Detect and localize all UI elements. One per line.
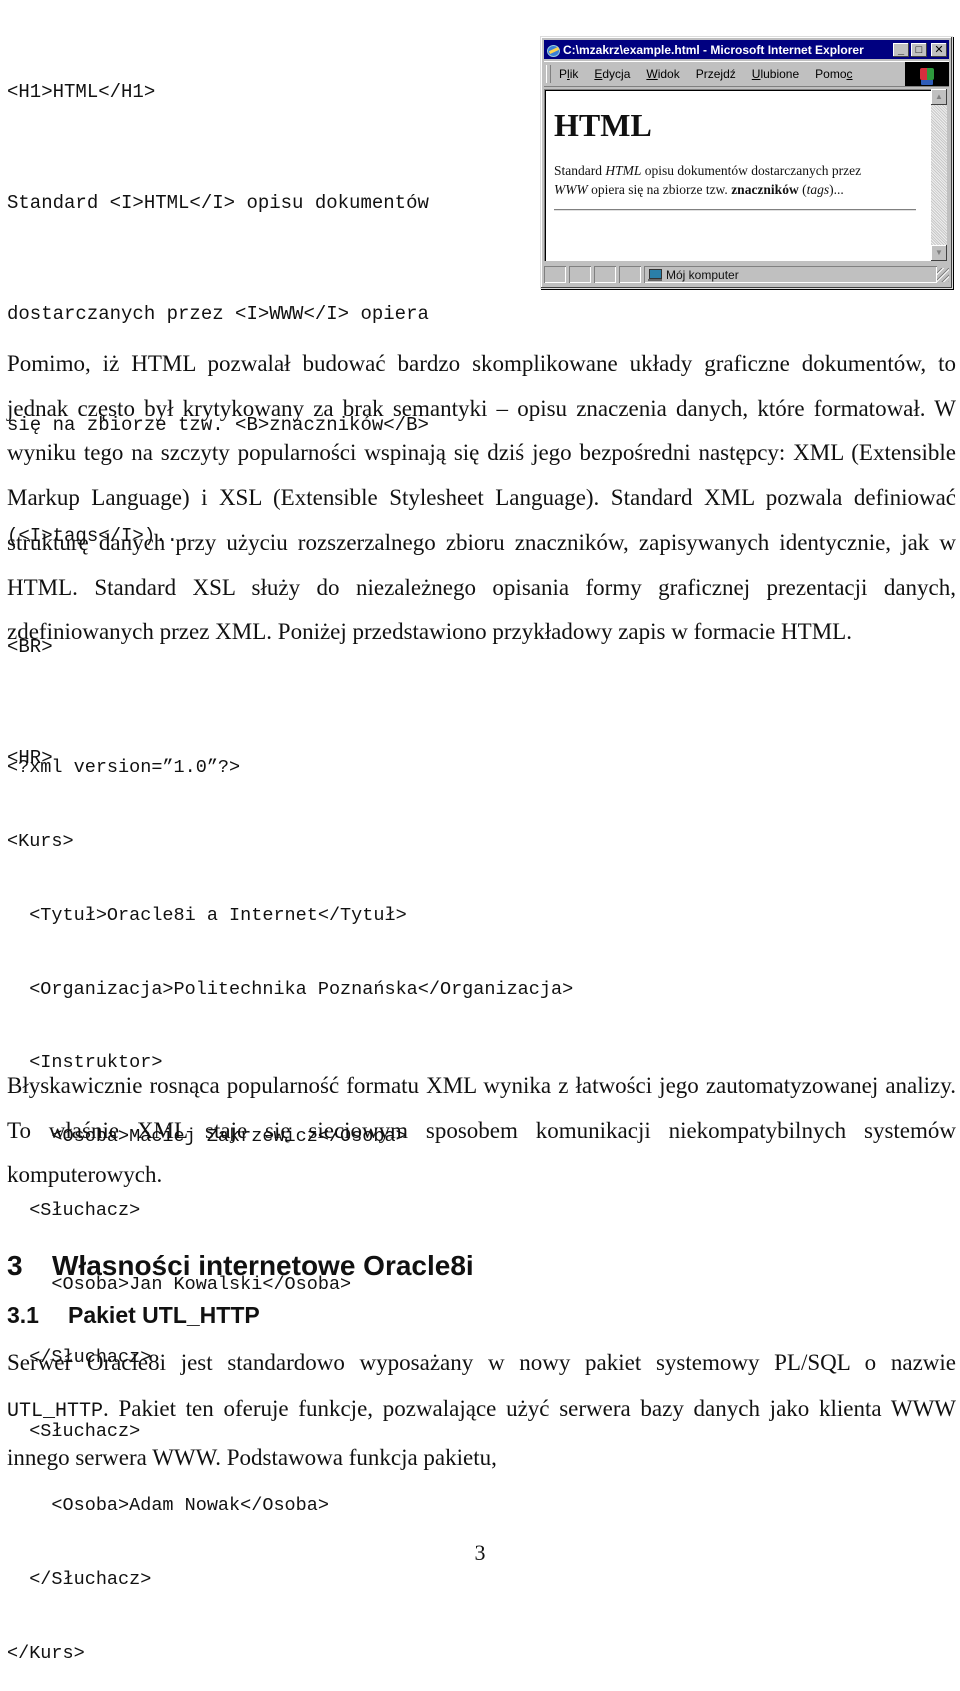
- bold-text: znaczników: [731, 182, 799, 197]
- browser-window-figure: C:\mzakrz\example.html - Microsoft Inter…: [540, 36, 953, 289]
- computer-icon: [648, 268, 662, 281]
- browser-menu-bar: Plik Edycja Widok Przejdź Ulubione Pomoc: [544, 61, 949, 87]
- text-run: (: [798, 182, 807, 197]
- body-paragraph: Pomimo, iż HTML pozwalał budować bardzo …: [7, 351, 956, 645]
- text-run: Standard: [554, 163, 606, 178]
- scroll-up-arrow-icon[interactable]: ▲: [931, 89, 947, 105]
- rendered-paragraph: Standard HTML opisu dokumentów dostarcza…: [554, 161, 924, 199]
- vertical-scrollbar[interactable]: ▲ ▼: [931, 89, 947, 261]
- subsection-heading: 3.1 Pakiet UTL_HTTP: [7, 1299, 260, 1331]
- browser-title: C:\mzakrz\example.html - Microsoft Inter…: [563, 42, 864, 57]
- italic-text: WWW: [554, 182, 588, 197]
- text-run: opiera się na zbiorze tzw.: [587, 182, 732, 197]
- access-key: l: [567, 67, 570, 81]
- rendered-heading: HTML: [554, 107, 652, 143]
- status-cell: [619, 266, 641, 283]
- code-line: </Kurs>: [7, 1642, 85, 1664]
- code-line: Standard <I>HTML</I> opisu dokumentów: [7, 192, 429, 214]
- code-line: <Tytuł>Oracle8i a Internet</Tytuł>: [7, 904, 407, 926]
- code-line: <H1>HTML</H1>: [7, 81, 156, 103]
- code-line: <Kurs>: [7, 830, 74, 852]
- browser-title-bar: C:\mzakrz\example.html - Microsoft Inter…: [544, 40, 949, 59]
- body-paragraph: Błyskawicznie rosnąca popularność format…: [7, 1073, 956, 1188]
- section-title: Własności internetowe Oracle8i: [52, 1250, 474, 1281]
- minimize-button[interactable]: _: [893, 42, 909, 57]
- browser-viewport: HTML Standard HTML opisu dokumentów dost…: [544, 89, 931, 261]
- browser-status-bar: Mój komputer: [544, 265, 949, 284]
- code-line: <?xml version=”1.0”?>: [7, 757, 241, 779]
- menu-ulubione[interactable]: Ulubione: [752, 67, 799, 81]
- code-line: </Słuchacz>: [7, 1568, 152, 1590]
- access-key: c: [846, 67, 853, 81]
- menu-edycja[interactable]: Edycja: [594, 67, 630, 81]
- access-key: j: [720, 67, 724, 81]
- subsection-number: 3.1: [7, 1302, 39, 1328]
- section-heading: 3 Własności internetowe Oracle8i: [7, 1248, 474, 1284]
- menu-przejdz[interactable]: Przejdź: [696, 67, 736, 81]
- status-cell: [544, 266, 566, 283]
- status-cell: [594, 266, 616, 283]
- code-line: <Organizacja>Politechnika Poznańska</Org…: [7, 978, 574, 1000]
- access-key: E: [594, 67, 603, 81]
- code-line: <Osoba>Adam Nowak</Osoba>: [7, 1495, 329, 1516]
- text-run: )...: [829, 182, 844, 197]
- zone-label: Mój komputer: [666, 267, 739, 282]
- windows-logo-icon: [905, 62, 949, 86]
- code-line: <Słuchacz>: [7, 1199, 141, 1221]
- italic-text: tags: [806, 182, 830, 197]
- close-button[interactable]: ✕: [931, 42, 947, 57]
- access-key: U: [751, 67, 761, 81]
- text-run: opisu dokumentów dostarczanych przez: [641, 163, 862, 178]
- code-line: dostarczanych przez <I>WWW</I> opiera: [7, 303, 429, 325]
- inline-code: UTL_HTTP: [7, 1400, 104, 1423]
- resize-grip-icon[interactable]: [937, 267, 949, 282]
- rendered-horizontal-rule: [554, 209, 916, 211]
- text-run: Serwer Oracle8i jest standardowo wyposaż…: [7, 1350, 956, 1375]
- page-number: 3: [474, 1540, 486, 1565]
- access-key: W: [646, 67, 658, 81]
- menu-pomoc[interactable]: Pomoc: [815, 67, 852, 81]
- text-run: . Pakiet ten oferuje funkcje, pozwalając…: [7, 1396, 956, 1470]
- maximize-button[interactable]: □: [911, 42, 927, 57]
- toolbar-grip[interactable]: [546, 65, 551, 83]
- body-paragraph: Serwer Oracle8i jest standardowo wyposaż…: [7, 1340, 956, 1481]
- section-number: 3: [7, 1250, 23, 1281]
- scroll-down-arrow-icon[interactable]: ▼: [931, 245, 947, 261]
- menu-plik[interactable]: Plik: [559, 67, 578, 81]
- menu-widok[interactable]: Widok: [646, 67, 679, 81]
- internet-explorer-icon: [546, 43, 560, 57]
- status-cell: [569, 266, 591, 283]
- italic-text: HTML: [605, 163, 642, 178]
- security-zone: Mój komputer: [644, 266, 937, 283]
- subsection-title: Pakiet UTL_HTTP: [68, 1302, 260, 1328]
